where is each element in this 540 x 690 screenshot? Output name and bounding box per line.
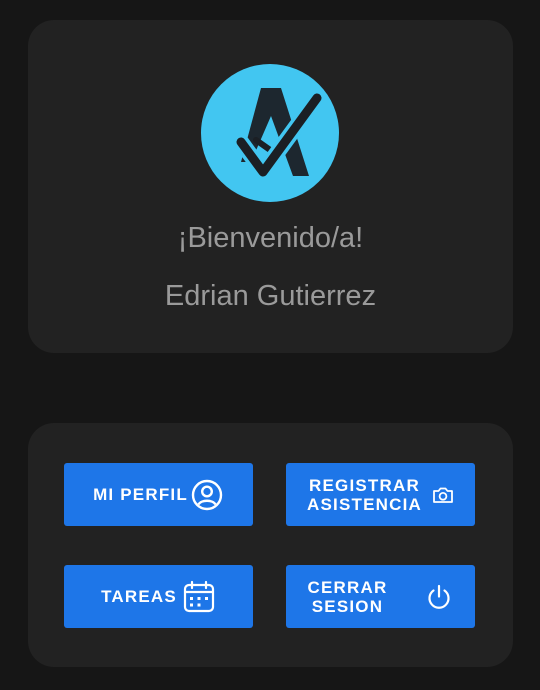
logout-line2: SESION (311, 596, 384, 616)
logout-line1: CERRAR (307, 577, 388, 597)
user-circle-icon (190, 478, 224, 512)
user-name: Edrian Gutierrez (164, 280, 377, 312)
actions-card: MI PERFIL REGISTRAR ASISTENCIA TAREAS CE… (28, 423, 513, 667)
logout-button[interactable]: CERRAR SESION (286, 565, 475, 628)
register-attendance-label: REGISTRAR ASISTENCIA (307, 476, 422, 514)
app-logo (201, 64, 339, 202)
my-profile-label: MI PERFIL (93, 485, 188, 504)
app-logo-icon (201, 64, 339, 202)
welcome-greeting: ¡Bienvenido/a! (177, 222, 364, 254)
tasks-button[interactable]: TAREAS (64, 565, 253, 628)
logout-label: CERRAR SESION (308, 578, 388, 616)
calendar-icon (182, 580, 216, 614)
register-attendance-line2: ASISTENCIA (307, 494, 422, 514)
power-icon (425, 583, 453, 611)
tasks-label: TAREAS (101, 587, 177, 606)
my-profile-button[interactable]: MI PERFIL (64, 463, 253, 526)
camera-icon (432, 486, 454, 504)
welcome-card: ¡Bienvenido/a! Edrian Gutierrez (28, 20, 513, 353)
home-screen: ¡Bienvenido/a! Edrian Gutierrez MI PERFI… (0, 0, 540, 690)
register-attendance-line1: REGISTRAR (309, 475, 420, 495)
register-attendance-button[interactable]: REGISTRAR ASISTENCIA (286, 463, 475, 526)
